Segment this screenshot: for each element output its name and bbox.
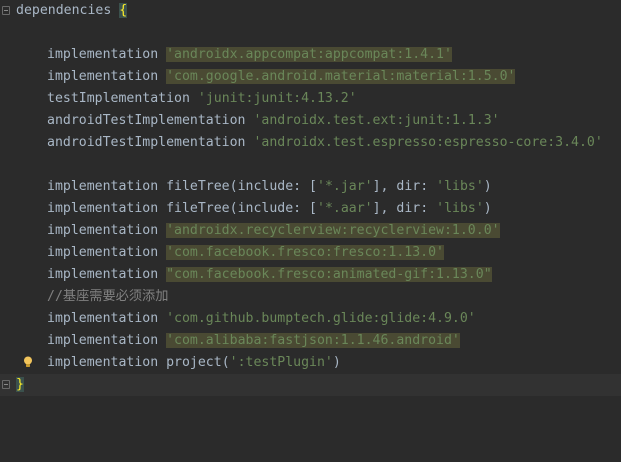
dependency-method: implementation (47, 47, 159, 62)
code-line[interactable]: androidTestImplementation 'androidx.test… (0, 110, 621, 132)
string-literal: 'libs' (436, 179, 484, 194)
dependency-string: 'androidx.test.espresso:espresso-core:3.… (253, 135, 603, 150)
string-literal: '*.jar' (317, 179, 373, 194)
dependency-string: 'com.google.android.material:material:1.… (166, 69, 516, 84)
code-line[interactable] (0, 154, 621, 176)
dependency-string: 'androidx.recyclerview:recyclerview:1.0.… (166, 223, 500, 238)
code-line[interactable]: androidTestImplementation 'androidx.test… (0, 132, 621, 154)
dependency-method: implementation (47, 311, 159, 326)
code-line[interactable]: implementation "com.facebook.fresco:anim… (0, 264, 621, 286)
dependency-string: 'com.facebook.fresco:fresco:1.13.0' (166, 245, 444, 260)
dependency-method: testImplementation (47, 91, 190, 106)
code-line[interactable]: implementation 'androidx.appcompat:appco… (0, 44, 621, 66)
code-comment: //基座需要必须添加 (47, 289, 169, 304)
function-call: fileTree (166, 179, 230, 194)
code-line[interactable]: implementation 'com.google.android.mater… (0, 66, 621, 88)
dependency-string: 'androidx.test.ext:junit:1.1.3' (253, 113, 500, 128)
function-call: fileTree (166, 201, 230, 216)
named-param: include (237, 201, 294, 216)
dependency-string: 'androidx.appcompat:appcompat:1.4.1' (166, 47, 452, 62)
named-param: include (237, 179, 294, 194)
code-line[interactable]: } (0, 374, 621, 396)
dependency-method: implementation (47, 69, 159, 84)
code-editor[interactable]: dependencies { implementation 'androidx.… (0, 0, 621, 439)
code-line[interactable]: implementation project(':testPlugin') (0, 352, 621, 374)
dependency-method: implementation (47, 245, 159, 260)
dependency-method: implementation (47, 267, 159, 282)
code-line[interactable]: implementation fileTree(include: ['*.jar… (0, 176, 621, 198)
code-line[interactable]: //基座需要必须添加 (0, 286, 621, 308)
dependency-string: 'com.github.bumptech.glide:glide:4.9.0' (166, 311, 476, 326)
code-line[interactable]: dependencies { (0, 0, 621, 22)
dependency-string: 'junit:junit:4.13.2' (197, 91, 357, 106)
close-brace: } (16, 377, 24, 392)
open-brace: { (119, 3, 128, 18)
code-line[interactable]: implementation 'com.github.bumptech.glid… (0, 308, 621, 330)
dependency-method: implementation (47, 333, 159, 348)
string-literal: '*.aar' (317, 201, 373, 216)
dependency-method: implementation (47, 355, 159, 370)
code-line[interactable]: implementation 'com.facebook.fresco:fres… (0, 242, 621, 264)
code-line[interactable]: implementation 'com.alibaba:fastjson:1.1… (0, 330, 621, 352)
named-param: dir (396, 179, 421, 194)
keyword-dependencies: dependencies (16, 3, 112, 18)
code-line[interactable]: implementation fileTree(include: ['*.aar… (0, 198, 621, 220)
dependency-method: androidTestImplementation (47, 113, 246, 128)
function-call: project (166, 355, 222, 370)
dependency-method: implementation (47, 223, 159, 238)
dependency-method: androidTestImplementation (47, 135, 246, 150)
fold-icon[interactable] (2, 6, 10, 15)
dependency-string: "com.facebook.fresco:animated-gif:1.13.0… (166, 267, 492, 282)
code-line[interactable]: implementation 'androidx.recyclerview:re… (0, 220, 621, 242)
string-literal: ':testPlugin' (229, 355, 333, 370)
code-line[interactable] (0, 22, 621, 44)
code-line[interactable]: testImplementation 'junit:junit:4.13.2' (0, 88, 621, 110)
named-param: dir (396, 201, 421, 216)
dependency-method: implementation (47, 201, 159, 216)
dependency-string: 'com.alibaba:fastjson:1.1.46.android' (166, 333, 460, 348)
string-literal: 'libs' (436, 201, 484, 216)
dependency-method: implementation (47, 179, 159, 194)
fold-icon[interactable] (2, 380, 10, 389)
